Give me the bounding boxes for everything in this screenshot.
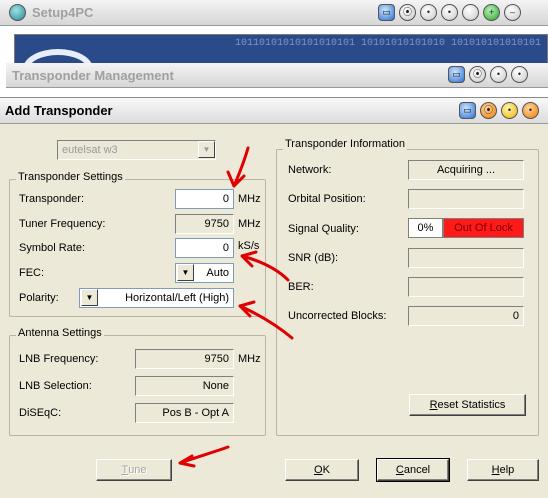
help-label: elp xyxy=(499,464,515,476)
transponder-unit: MHz xyxy=(238,193,261,205)
dot-button[interactable]: • xyxy=(490,66,507,83)
symbol-rate-input[interactable]: 0 xyxy=(175,238,234,258)
fec-label: FEC: xyxy=(19,267,45,279)
snr-field xyxy=(408,248,524,268)
record-icon-button[interactable]: ⦿ xyxy=(399,4,416,21)
ok-mnemonic: O xyxy=(314,464,323,476)
lnb-frequency-unit: MHz xyxy=(238,353,261,365)
ber-label: BER: xyxy=(288,281,314,293)
polarity-label: Polarity: xyxy=(19,292,59,304)
dot-button[interactable]: • xyxy=(420,4,437,21)
record-icon-button[interactable]: ⦿ xyxy=(469,66,486,83)
record-icon-button[interactable]: ⦿ xyxy=(480,102,497,119)
banner-logo-icon xyxy=(23,49,93,63)
signal-quality-percent-value: 0% xyxy=(417,222,434,234)
antenna-settings-legend: Antenna Settings xyxy=(16,327,104,339)
maximize-button[interactable]: + xyxy=(483,4,500,21)
window-icon-button[interactable]: ▭ xyxy=(378,4,395,21)
satellite-select[interactable]: eutelsat w3 xyxy=(57,140,216,160)
tune-mnemonic: T xyxy=(121,464,129,476)
diseqc-field: Pos B - Opt A xyxy=(135,403,234,423)
network-value: Acquiring ... xyxy=(436,164,496,176)
lnb-frequency-field: 9750 xyxy=(135,349,234,369)
chevron-down-icon[interactable]: ▼ xyxy=(177,264,194,281)
lnb-selection-value: None xyxy=(202,380,229,392)
window-icon-button[interactable]: ▭ xyxy=(459,102,476,119)
orbital-position-label: Orbital Position: xyxy=(288,193,366,205)
transponder-input[interactable]: 0 xyxy=(175,189,234,209)
tune-label: une xyxy=(128,464,147,476)
polarity-select[interactable]: Horizontal/Left (High) xyxy=(79,288,234,308)
window-icon-button[interactable]: ▭ xyxy=(448,66,465,83)
tuner-frequency-field: 9750 xyxy=(175,214,234,234)
uncorrected-blocks-field: 0 xyxy=(408,306,524,326)
uncorrected-blocks-value: 0 xyxy=(512,310,519,322)
cancel-label: ancel xyxy=(403,464,431,476)
uncorrected-blocks-label: Uncorrected Blocks: xyxy=(288,310,387,322)
chevron-down-icon[interactable]: ▼ xyxy=(198,141,215,158)
window-title: Transponder Management xyxy=(12,68,174,83)
cancel-button[interactable]: Cancel xyxy=(376,458,450,482)
ok-button[interactable]: OK xyxy=(285,459,359,481)
reset-statistics-button[interactable]: Reset Statistics xyxy=(409,394,526,416)
symbol-rate-unit: kS/s xyxy=(238,240,260,252)
help-button[interactable]: Help xyxy=(467,459,539,481)
app-logo-icon xyxy=(9,4,26,21)
signal-quality-percent: 0% xyxy=(408,218,443,238)
diseqc-label: DiSEqC: xyxy=(19,407,62,419)
signal-lock-status-text: Out Of Lock xyxy=(454,222,513,234)
fec-value: Auto xyxy=(206,267,229,279)
blank-button[interactable] xyxy=(462,4,479,21)
app-banner: 10110101010101010101 10101010101010 1010… xyxy=(14,34,548,64)
add-transponder-dialog: Add Transponder ▭ ⦿ • • eutelsat w3 ▼ Tr… xyxy=(0,97,548,498)
tuner-frequency-label: Tuner Frequency: xyxy=(19,218,106,230)
signal-quality-label: Signal Quality: xyxy=(288,223,359,235)
close-button[interactable]: • xyxy=(522,102,539,119)
transponder-label: Transponder: xyxy=(19,193,85,205)
orbital-position-field xyxy=(408,189,524,209)
tune-button[interactable]: Tune xyxy=(96,459,172,481)
minimize-button[interactable]: • xyxy=(501,102,518,119)
symbol-rate-label: Symbol Rate: xyxy=(19,242,86,254)
reset-statistics-mnemonic: R xyxy=(429,399,438,411)
window-title: Setup4PC xyxy=(32,5,94,20)
satellite-select-value: eutelsat w3 xyxy=(62,144,118,156)
transponder-value: 0 xyxy=(222,193,229,205)
tuner-frequency-unit: MHz xyxy=(238,218,261,230)
banner-binary-text: 10110101010101010101 10101010101010 1010… xyxy=(234,38,541,49)
lnb-selection-label: LNB Selection: xyxy=(19,380,92,392)
dot-button[interactable]: • xyxy=(511,66,528,83)
symbol-rate-value: 0 xyxy=(222,242,229,254)
help-mnemonic: H xyxy=(491,464,500,476)
ber-field xyxy=(408,277,524,297)
minimize-button[interactable]: – xyxy=(504,4,521,21)
chevron-down-icon[interactable]: ▼ xyxy=(81,289,98,306)
network-field: Acquiring ... xyxy=(408,160,524,180)
setup4pc-titlebar: Setup4PC ▭ ⦿ • • + – xyxy=(0,0,548,26)
lnb-frequency-value: 9750 xyxy=(204,353,229,365)
ok-label: K xyxy=(322,464,330,476)
lnb-frequency-label: LNB Frequency: xyxy=(19,353,99,365)
transponder-management-titlebar: Transponder Management ▭ ⦿ • • xyxy=(6,63,548,88)
transponder-information-legend: Transponder Information xyxy=(283,138,408,150)
network-label: Network: xyxy=(288,164,332,176)
dialog-title: Add Transponder xyxy=(5,103,113,118)
cancel-mnemonic: C xyxy=(395,464,404,476)
diseqc-value: Pos B - Opt A xyxy=(162,407,229,419)
lnb-selection-field: None xyxy=(135,376,234,396)
snr-label: SNR (dB): xyxy=(288,252,339,264)
reset-statistics-label: eset Statistics xyxy=(437,399,506,411)
signal-lock-status: Out Of Lock xyxy=(443,218,524,238)
dot-button[interactable]: • xyxy=(441,4,458,21)
polarity-value: Horizontal/Left (High) xyxy=(125,292,229,304)
tuner-frequency-value: 9750 xyxy=(204,218,229,230)
transponder-settings-legend: Transponder Settings xyxy=(16,171,125,183)
dialog-titlebar: Add Transponder ▭ ⦿ • • xyxy=(0,98,548,124)
